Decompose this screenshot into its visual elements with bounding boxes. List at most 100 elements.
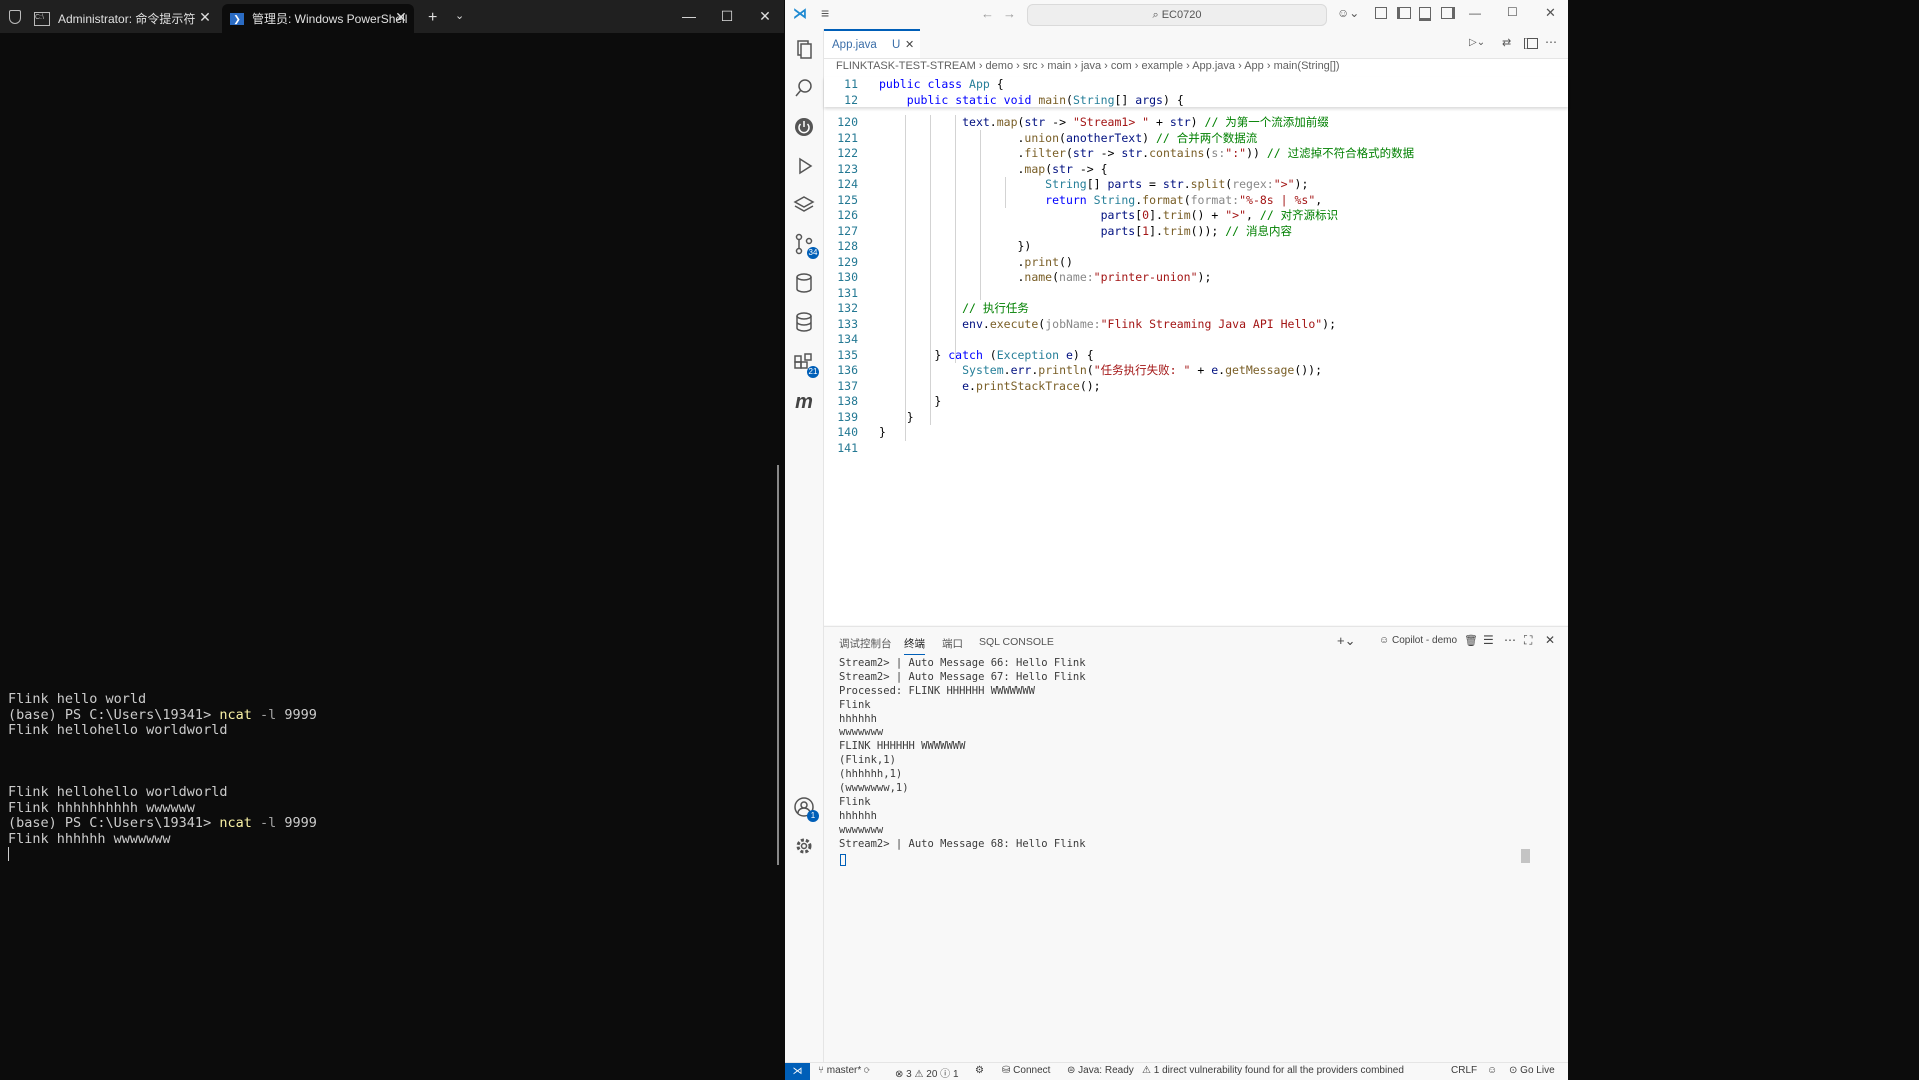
breadcrumb-item[interactable]: src xyxy=(1023,60,1038,72)
terminal-text: 9999 xyxy=(284,706,317,723)
code-line: 132 // 执行任务 xyxy=(824,301,1568,317)
tab-terminal[interactable]: 终端 xyxy=(904,636,925,655)
breadcrumb-item[interactable]: example xyxy=(1141,60,1183,72)
terminal-text: (base) PS C:\Users\19341> xyxy=(8,815,220,831)
breadcrumb-item[interactable]: FLINKTASK-TEST-STREAM xyxy=(836,60,976,72)
menu-icon[interactable]: ≡ xyxy=(821,5,829,21)
run-debug-icon[interactable] xyxy=(792,154,816,178)
connect-status[interactable]: ⛁ Connect xyxy=(1002,1065,1050,1076)
branch-status[interactable]: ⑂ master* ⟳ xyxy=(818,1065,870,1076)
sticky-scroll: 11 public class App {12 public static voi… xyxy=(824,77,1568,107)
code-line: 12 public static void main(String[] args… xyxy=(824,93,1568,109)
close-window-button[interactable]: ✕ xyxy=(746,0,784,33)
database-icon[interactable] xyxy=(792,271,816,295)
toggle-secondary-sidebar-icon[interactable] xyxy=(1441,7,1455,19)
breadcrumb-separator: › xyxy=(1013,60,1023,72)
settings-gear-icon[interactable] xyxy=(792,834,816,858)
code-line: 128 }) xyxy=(824,239,1568,255)
tab-app-java[interactable]: App.java U ✕ xyxy=(824,29,920,58)
tab-label: 管理员: Windows PowerShell xyxy=(252,12,408,26)
breadcrumb-item[interactable]: demo xyxy=(986,60,1014,72)
activity-bar: 34 21 m 1 xyxy=(785,29,824,1062)
breadcrumb-item[interactable]: com xyxy=(1111,60,1132,72)
breadcrumb-item[interactable]: App.java xyxy=(1192,60,1235,72)
tab-powershell[interactable]: ❯ 管理员: Windows PowerShell ✕ xyxy=(222,4,414,33)
close-icon[interactable]: ✕ xyxy=(905,38,914,51)
breadcrumb-item[interactable]: main xyxy=(1047,60,1071,72)
split-editor-icon[interactable] xyxy=(1524,38,1538,49)
list-icon[interactable]: ☰ xyxy=(1483,633,1494,647)
command-center-search[interactable]: ⌕ EC0720 xyxy=(1027,4,1327,26)
maximize-panel-icon[interactable]: ⛶ xyxy=(1524,633,1532,648)
breadcrumb-item[interactable]: App xyxy=(1244,60,1264,72)
copilot-icon[interactable]: ☺⌄ xyxy=(1337,6,1359,20)
toggle-panel-icon[interactable] xyxy=(1419,7,1431,21)
debug-icon[interactable]: ⚙ xyxy=(975,1065,984,1076)
terminal-cursor xyxy=(840,854,846,866)
code-line: 120 text.map(str -> "Stream1> " + str) /… xyxy=(824,115,1568,131)
maximize-button[interactable]: ☐ xyxy=(708,0,746,33)
panel-scrollbar[interactable] xyxy=(1521,849,1530,863)
tab-ports[interactable]: 端口 xyxy=(942,636,963,651)
tab-debug-console[interactable]: 调试控制台 xyxy=(839,636,892,651)
output-line: (wwwwwww,1) xyxy=(839,782,909,795)
layers-icon[interactable] xyxy=(792,193,816,217)
explorer-icon[interactable] xyxy=(792,37,816,61)
code-text: public class App { xyxy=(879,77,1004,91)
sql-database-icon[interactable] xyxy=(792,310,816,334)
source-control-icon[interactable]: 34 xyxy=(792,232,819,259)
terminal-output[interactable]: Flink hello world (base) PS C:\Users\1934… xyxy=(8,691,778,861)
go-live-status[interactable]: ⊙ Go Live xyxy=(1509,1065,1555,1076)
vulnerability-status[interactable]: ⚠ 1 direct vulnerability found for all t… xyxy=(1142,1065,1404,1076)
run-icon[interactable]: ▷⌄ xyxy=(1469,37,1485,48)
new-terminal-icon[interactable]: +⌄ xyxy=(1337,633,1355,649)
minimize-button[interactable]: — xyxy=(670,0,708,33)
breadcrumb-separator: › xyxy=(1263,60,1274,72)
java-status[interactable]: ⊜ Java: Ready xyxy=(1067,1065,1134,1076)
line-number: 129 xyxy=(837,254,858,269)
search-icon[interactable] xyxy=(792,76,816,100)
trash-icon[interactable]: 🗑 xyxy=(1464,634,1478,647)
chevron-down-icon[interactable]: ⌄ xyxy=(455,9,464,22)
code-line: 138 } xyxy=(824,394,1568,410)
terminal-text: ncat xyxy=(219,706,252,723)
compare-icon[interactable]: ⇄ xyxy=(1502,36,1511,49)
terminal-tab-bar: C:\ Administrator: 命令提示符 ✕ ❯ 管理员: Window… xyxy=(0,0,784,33)
forward-icon[interactable]: → xyxy=(1003,6,1016,21)
back-icon[interactable]: ← xyxy=(981,6,994,21)
errors-count: 3 xyxy=(906,1069,912,1080)
problems-status[interactable]: ⊗ 3 ⚠ 20 ⓘ 1 xyxy=(895,1065,959,1080)
maximize-button[interactable]: ☐ xyxy=(1507,5,1518,19)
indent-guide xyxy=(905,115,906,441)
close-icon[interactable]: ✕ xyxy=(198,10,212,24)
new-tab-button[interactable]: + xyxy=(428,9,437,27)
breadcrumb-item[interactable]: main(String[]) xyxy=(1274,60,1340,72)
more-actions-icon[interactable]: ⋯ xyxy=(1545,35,1557,49)
close-panel-icon[interactable]: ✕ xyxy=(1545,633,1555,647)
editor-area[interactable]: App.java U ✕ ▷⌄ ⇄ ⋯ FLINKTASK-TEST-STREA… xyxy=(824,29,1568,625)
more-icon[interactable]: ⋯ xyxy=(1504,633,1516,647)
layout-icon[interactable] xyxy=(1375,7,1387,19)
terminal-output[interactable]: Stream2> | Auto Message 66: Hello Flink S… xyxy=(839,657,1086,851)
eol-status[interactable]: CRLF xyxy=(1451,1065,1477,1076)
breadcrumb-item[interactable]: java xyxy=(1081,60,1101,72)
scrollbar[interactable] xyxy=(777,465,779,865)
line-number: 131 xyxy=(837,285,858,300)
code-line: 121 .union(anotherText) // 合并两个数据流 xyxy=(824,131,1568,147)
output-line: wwwwwww xyxy=(839,823,884,836)
maven-icon[interactable]: m xyxy=(792,390,816,414)
toggle-sidebar-icon[interactable] xyxy=(1397,7,1411,19)
minimize-button[interactable]: — xyxy=(1469,6,1481,20)
tab-sql-console[interactable]: SQL CONSOLE xyxy=(979,636,1054,648)
output-line: wwwwwww xyxy=(839,726,884,739)
close-window-button[interactable]: ✕ xyxy=(1545,5,1556,21)
extensions-icon[interactable]: 21 xyxy=(792,351,819,378)
remote-icon[interactable]: ⋊ xyxy=(785,1063,810,1080)
close-icon[interactable]: ✕ xyxy=(394,10,408,24)
copilot-status-icon[interactable]: ☺ xyxy=(1487,1065,1497,1076)
code-text: } xyxy=(879,425,886,439)
tab-command-prompt[interactable]: C:\ Administrator: 命令提示符 ✕ xyxy=(26,4,218,33)
copilot-terminal-button[interactable]: ☺ Copilot - demo xyxy=(1379,635,1457,646)
power-icon[interactable] xyxy=(792,115,816,139)
account-icon[interactable]: 1 xyxy=(792,795,819,822)
